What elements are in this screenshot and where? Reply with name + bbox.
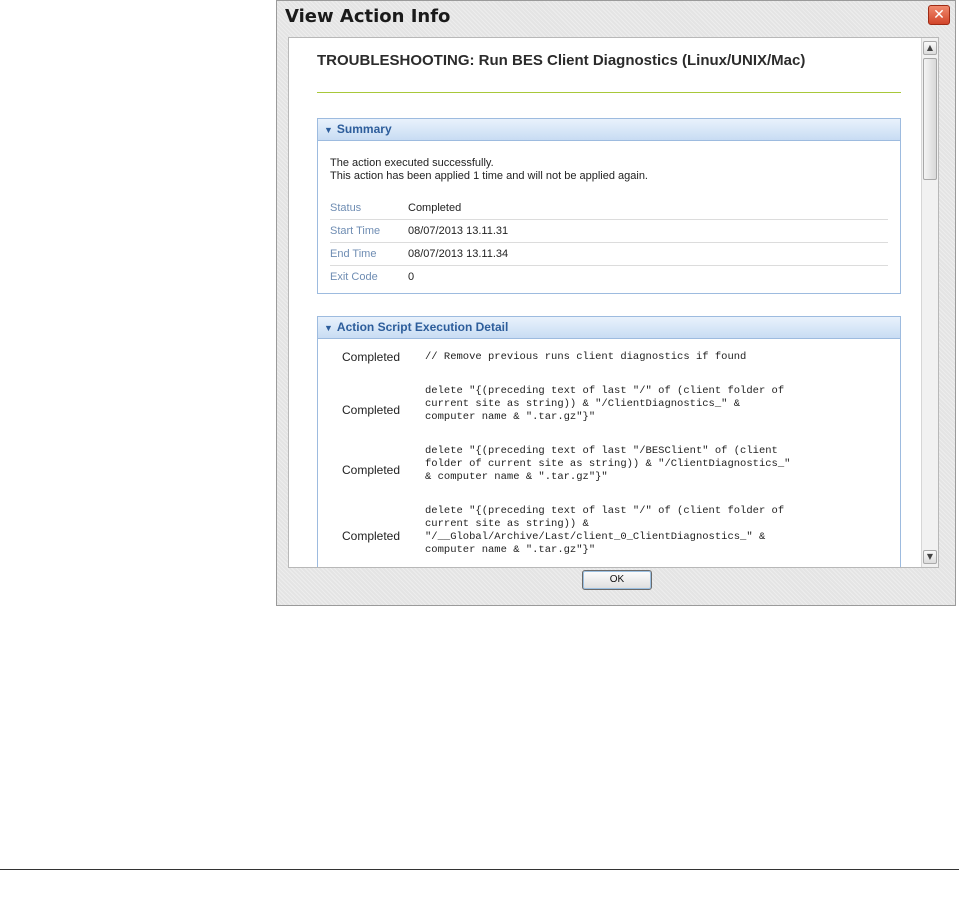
collapse-arrow-icon: ▼ xyxy=(324,125,333,135)
exec-script: delete "{(preceding text of last "/" of … xyxy=(425,385,785,423)
exec-status: Completed xyxy=(342,350,401,364)
scroll-down-icon[interactable]: ▼ xyxy=(923,550,937,564)
content-pane: TROUBLESHOOTING: Run BES Client Diagnost… xyxy=(288,37,939,568)
title-divider xyxy=(317,92,901,93)
exit-code-value: 0 xyxy=(408,271,415,283)
start-time-row: Start Time 08/07/2013 13.11.31 xyxy=(330,220,888,243)
page-divider xyxy=(0,869,959,870)
summary-message-line2: This action has been applied 1 time and … xyxy=(330,170,648,182)
vertical-scrollbar[interactable]: ▲ ▼ xyxy=(921,38,938,567)
exec-script: // Remove previous runs client diagnosti… xyxy=(425,351,747,363)
exit-code-label: Exit Code xyxy=(330,271,378,283)
end-time-value: 08/07/2013 13.11.34 xyxy=(408,248,509,260)
execution-detail-header-label: Action Script Execution Detail xyxy=(336,320,509,334)
summary-message: The action executed successfully. This a… xyxy=(330,157,648,183)
status-value: Completed xyxy=(408,202,462,214)
exec-row: Completed delete "{(preceding text of la… xyxy=(318,505,902,567)
end-time-row: End Time 08/07/2013 13.11.34 xyxy=(330,243,888,266)
scrollbar-thumb[interactable] xyxy=(923,58,937,180)
execution-detail-panel: ▼ Action Script Execution Detail Complete… xyxy=(317,316,902,567)
exec-row: Completed // Remove previous runs client… xyxy=(318,339,902,371)
status-label: Status xyxy=(330,202,362,214)
close-button[interactable]: ✕ xyxy=(928,5,950,25)
title-bar[interactable]: View Action Info ✕ xyxy=(277,1,955,35)
collapse-arrow-icon: ▼ xyxy=(324,323,333,333)
exec-row: Completed delete "{(preceding text of la… xyxy=(318,445,902,495)
end-time-label: End Time xyxy=(330,248,377,260)
summary-header[interactable]: ▼ Summary xyxy=(318,119,900,141)
exec-script: delete "{(preceding text of last "/BESCl… xyxy=(425,445,791,483)
view-action-info-dialog: View Action Info ✕ TROUBLESHOOTING: Run … xyxy=(276,0,956,606)
summary-header-label: Summary xyxy=(336,122,392,136)
status-row: Status Completed xyxy=(330,197,888,220)
ok-button[interactable]: OK xyxy=(582,570,652,590)
exec-script: delete "{(preceding text of last "/" of … xyxy=(425,505,785,556)
exec-status: Completed xyxy=(342,463,401,477)
summary-message-line1: The action executed successfully. xyxy=(330,157,494,169)
exec-status: Completed xyxy=(342,529,401,543)
summary-panel: ▼ Summary The action executed successfull… xyxy=(317,118,901,294)
window-title: View Action Info xyxy=(285,6,451,27)
page-title: TROUBLESHOOTING: Run BES Client Diagnost… xyxy=(317,52,806,69)
exec-row: Completed delete "{(preceding text of la… xyxy=(318,385,902,435)
exit-code-row: Exit Code 0 xyxy=(330,266,888,288)
execution-detail-header[interactable]: ▼ Action Script Execution Detail xyxy=(318,317,900,339)
start-time-value: 08/07/2013 13.11.31 xyxy=(408,225,509,237)
start-time-label: Start Time xyxy=(330,225,381,237)
exec-status: Completed xyxy=(342,403,401,417)
scroll-up-icon[interactable]: ▲ xyxy=(923,41,937,55)
